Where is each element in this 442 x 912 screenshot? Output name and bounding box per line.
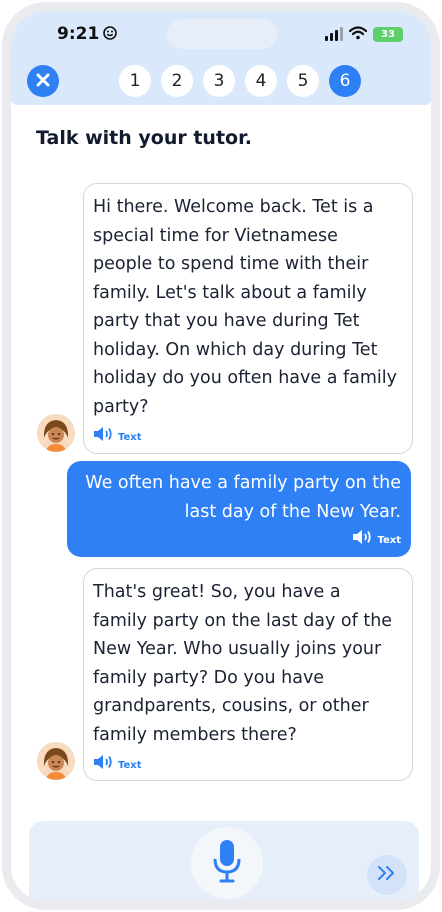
tutor-message-text: That's great! So, you have a family part… xyxy=(93,582,393,745)
close-icon xyxy=(36,72,50,91)
step-indicator: 123456 xyxy=(119,65,361,97)
step-2[interactable]: 2 xyxy=(161,65,193,97)
play-audio-button[interactable]: Text xyxy=(93,424,142,453)
status-right: 33 xyxy=(325,25,403,44)
battery-level: 33 xyxy=(381,28,395,40)
skip-button[interactable] xyxy=(367,855,407,895)
show-text-link[interactable]: Text xyxy=(377,527,401,556)
speaker-icon xyxy=(93,752,115,781)
user-message-bubble: We often have a family party on the last… xyxy=(67,461,411,557)
step-5[interactable]: 5 xyxy=(287,65,319,97)
status-time: 9:21 xyxy=(57,24,100,44)
tutor-message-bubble: That's great! So, you have a family part… xyxy=(83,568,413,781)
step-3[interactable]: 3 xyxy=(203,65,235,97)
camera-notch xyxy=(167,19,277,49)
tutor-message-bubble: Hi there. Welcome back. Tet is a special… xyxy=(83,183,413,454)
status-bar: 9:21 33 xyxy=(11,11,431,57)
speaker-icon xyxy=(352,527,374,556)
play-audio-button[interactable]: Text xyxy=(93,752,142,781)
step-4[interactable]: 4 xyxy=(245,65,277,97)
page-title: Talk with your tutor. xyxy=(36,127,252,149)
voice-input-panel xyxy=(29,821,419,901)
tutor-avatar xyxy=(37,742,75,780)
double-chevron-right-icon xyxy=(377,865,397,885)
wifi-icon xyxy=(348,25,368,44)
tutor-avatar xyxy=(37,414,75,452)
smiley-icon xyxy=(103,25,118,44)
play-audio-button[interactable]: Text xyxy=(352,527,401,556)
battery-indicator: 33 xyxy=(373,26,403,42)
phone-frame: 9:21 33 123456 Talk with your tutor. Hi … xyxy=(2,2,440,910)
step-1[interactable]: 1 xyxy=(119,65,151,97)
step-6[interactable]: 6 xyxy=(329,65,361,97)
signal-icon xyxy=(325,27,343,41)
progress-header: 123456 xyxy=(11,57,431,105)
status-left: 9:21 xyxy=(57,24,118,44)
microphone-icon xyxy=(212,838,242,888)
show-text-link[interactable]: Text xyxy=(118,752,142,781)
user-message-text: We often have a family party on the last… xyxy=(85,473,401,522)
tutor-message-text: Hi there. Welcome back. Tet is a special… xyxy=(93,197,398,417)
speaker-icon xyxy=(93,424,115,453)
close-button[interactable] xyxy=(27,65,59,97)
microphone-button[interactable] xyxy=(191,827,263,899)
show-text-link[interactable]: Text xyxy=(118,424,142,453)
